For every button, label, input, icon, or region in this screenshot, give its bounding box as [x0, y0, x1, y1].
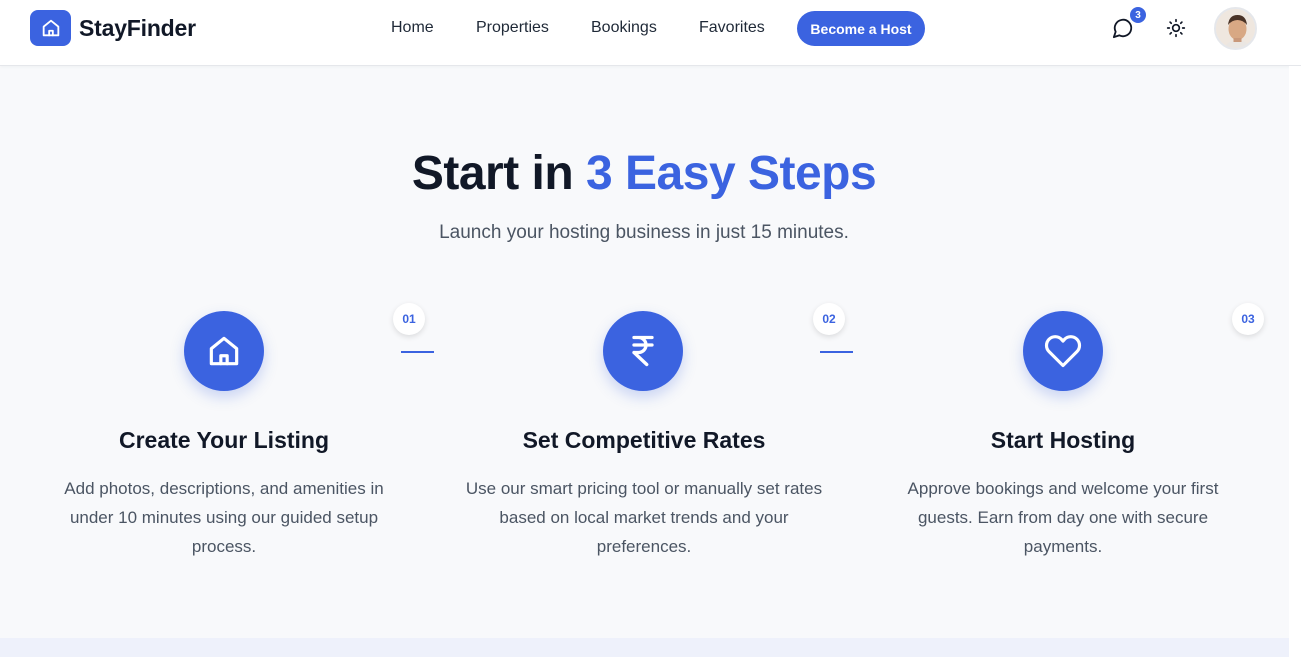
next-section-edge — [0, 638, 1289, 657]
step-number-badge-2: 02 — [813, 303, 845, 335]
step-title: Start Hosting — [990, 427, 1136, 453]
step-icon-circle — [603, 311, 683, 391]
step-icon-circle — [1023, 311, 1103, 391]
step-number-badge-3: 03 — [1232, 303, 1264, 335]
nav-home[interactable]: Home — [391, 19, 434, 37]
heart-icon — [1044, 335, 1082, 368]
scrollbar-track[interactable] — [1289, 66, 1301, 657]
chat-bubble-icon — [1112, 18, 1133, 39]
brand-name[interactable]: StayFinder — [79, 15, 196, 42]
section-title: Start in 3 Easy Steps — [0, 146, 1288, 201]
step-number-badge-1: 01 — [393, 303, 425, 335]
home-icon — [209, 336, 239, 366]
step-connector — [820, 351, 853, 353]
step-title: Set Competitive Rates — [522, 427, 766, 453]
user-avatar[interactable] — [1214, 7, 1257, 50]
step-title: Create Your Listing — [118, 427, 330, 453]
top-navbar: StayFinder Home Properties Bookings Favo… — [0, 0, 1301, 66]
sun-icon — [1166, 18, 1186, 38]
nav-properties[interactable]: Properties — [476, 19, 549, 37]
title-prefix: Start in — [411, 147, 586, 200]
nav-favorites[interactable]: Favorites — [699, 19, 765, 37]
section-subtitle: Launch your hosting business in just 15 … — [439, 222, 849, 243]
step-description: Approve bookings and welcome your first … — [907, 479, 1219, 556]
step-description: Add photos, descriptions, and amenities … — [64, 479, 384, 556]
home-icon — [42, 19, 59, 37]
step-connector — [401, 351, 434, 353]
step-description: Use our smart pricing tool or manually s… — [465, 479, 823, 556]
profile-photo — [1216, 9, 1255, 48]
messages-count-badge: 3 — [1130, 7, 1146, 23]
theme-toggle-button[interactable] — [1163, 15, 1189, 41]
step-icon-circle — [184, 311, 264, 391]
nav-bookings[interactable]: Bookings — [591, 19, 657, 37]
rupee-icon — [632, 335, 654, 367]
title-accent: 3 Easy Steps — [586, 147, 877, 200]
become-host-button[interactable]: Become a Host — [797, 11, 925, 46]
logo[interactable] — [30, 10, 71, 46]
